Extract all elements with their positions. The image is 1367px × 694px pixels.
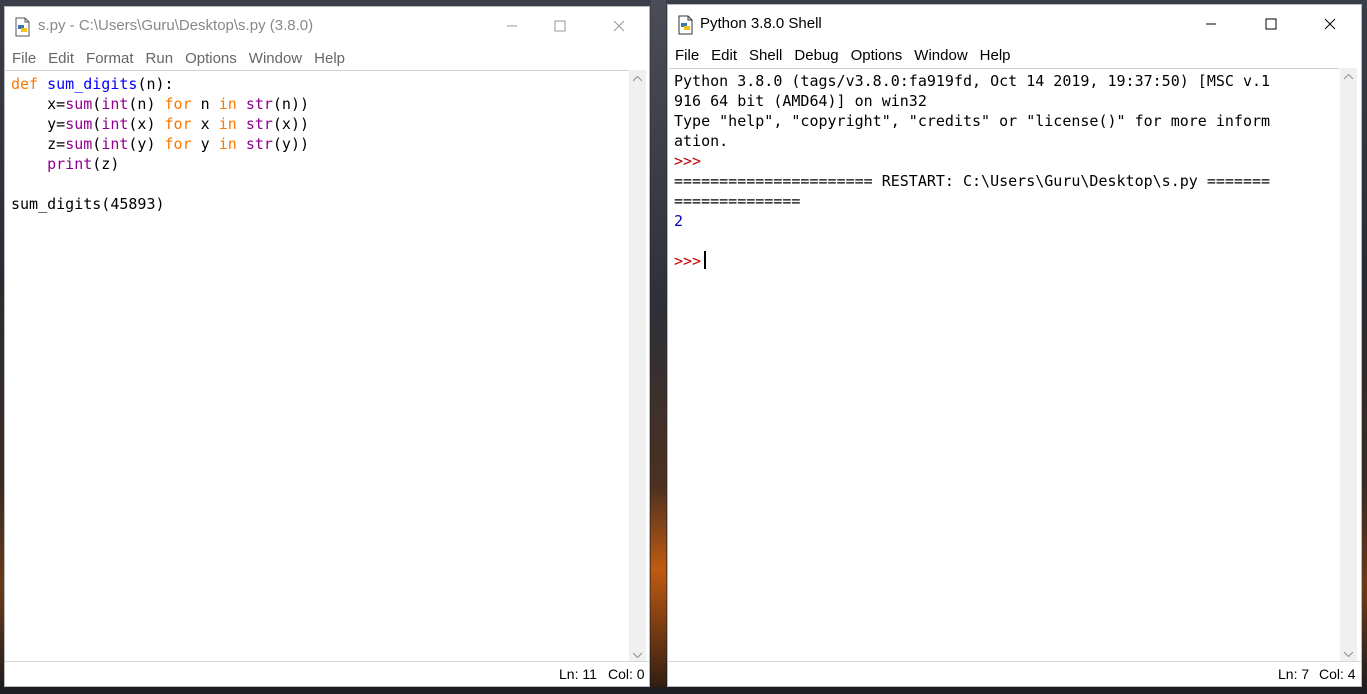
menu-edit[interactable]: Edit [705, 47, 743, 64]
program-output: 2 [674, 212, 684, 230]
code-line: def sum_digits(n): [11, 75, 174, 93]
close-button[interactable] [596, 7, 642, 45]
minimize-button[interactable] [1188, 5, 1234, 43]
python-file-icon [14, 17, 32, 37]
restart-line: ============== [674, 192, 801, 210]
scroll-up-icon[interactable] [1340, 68, 1357, 85]
banner-line: Python 3.8.0 (tags/v3.8.0:fa919fd, Oct 1… [674, 72, 1271, 90]
menu-options[interactable]: Options [179, 50, 243, 67]
menu-edit[interactable]: Edit [42, 50, 80, 67]
python-file-icon [677, 15, 695, 35]
menu-help[interactable]: Help [974, 47, 1017, 64]
minimize-icon [507, 25, 517, 27]
code-line: x=sum(int(n) for n in str(n)) [11, 95, 310, 113]
shell-console[interactable]: Python 3.8.0 (tags/v3.8.0:fa919fd, Oct 1… [669, 68, 1339, 662]
status-bar: Ln: 11 Col: 0 [5, 661, 649, 686]
taskbar-edge [0, 687, 1367, 694]
close-icon [613, 20, 625, 32]
menu-window[interactable]: Window [908, 47, 973, 64]
close-button[interactable] [1307, 5, 1353, 43]
banner-line: Type "help", "copyright", "credits" or "… [674, 112, 1271, 130]
menu-run[interactable]: Run [140, 50, 180, 67]
desktop-background [651, 0, 666, 694]
code-editor[interactable]: def sum_digits(n): x=sum(int(n) for n in… [6, 70, 629, 663]
minimize-button[interactable] [489, 7, 535, 45]
maximize-icon [1265, 18, 1277, 30]
editor-window: s.py - C:\Users\Guru\Desktop\s.py (3.8.0… [4, 6, 650, 687]
window-title: Python 3.8.0 Shell [700, 15, 822, 32]
menu-format[interactable]: Format [80, 50, 140, 67]
menu-file[interactable]: File [5, 50, 42, 67]
minimize-icon [1206, 23, 1216, 25]
status-line: Ln: 7 [1278, 666, 1310, 682]
code-line: z=sum(int(y) for y in str(y)) [11, 135, 310, 153]
code-line: y=sum(int(x) for x in str(x)) [11, 115, 310, 133]
banner-line: ation. [674, 132, 729, 150]
vertical-scrollbar[interactable] [1340, 68, 1357, 662]
code-line: sum_digits(45893) [11, 195, 165, 213]
vertical-scrollbar[interactable] [629, 70, 646, 663]
input-line[interactable]: >>> [674, 251, 1339, 271]
restart-line: ====================== RESTART: C:\Users… [674, 172, 1271, 190]
window-title: s.py - C:\Users\Guru\Desktop\s.py (3.8.0… [38, 17, 314, 34]
maximize-button[interactable] [1248, 5, 1294, 43]
scroll-down-icon[interactable] [1340, 645, 1357, 662]
close-icon [1324, 18, 1336, 30]
shell-menubar: File Edit Shell Debug Options Window Hel… [668, 43, 1361, 67]
menu-window[interactable]: Window [243, 50, 308, 67]
status-bar: Ln: 7 Col: 4 [668, 661, 1361, 686]
editor-titlebar[interactable]: s.py - C:\Users\Guru\Desktop\s.py (3.8.0… [5, 7, 649, 47]
menu-shell[interactable]: Shell [743, 47, 788, 64]
status-column: Col: 0 [608, 666, 645, 682]
menu-help[interactable]: Help [308, 50, 351, 67]
menu-file[interactable]: File [668, 47, 705, 64]
menu-debug[interactable]: Debug [788, 47, 844, 64]
text-cursor [704, 251, 707, 269]
menu-options[interactable]: Options [845, 47, 909, 64]
shell-titlebar[interactable]: Python 3.8.0 Shell [668, 5, 1361, 45]
shell-prompt: >>> [674, 152, 702, 170]
editor-menubar: File Edit Format Run Options Window Help [5, 46, 649, 70]
maximize-button[interactable] [537, 7, 583, 45]
banner-line: 916 64 bit (AMD64)] on win32 [674, 92, 927, 110]
status-line: Ln: 11 [559, 666, 597, 682]
status-column: Col: 4 [1319, 666, 1356, 682]
scroll-up-icon[interactable] [629, 70, 646, 87]
shell-window: Python 3.8.0 Shell File Edit Shell Debug… [667, 4, 1362, 687]
maximize-icon [554, 20, 566, 32]
shell-prompt: >>> [674, 252, 702, 270]
code-line: print(z) [47, 155, 120, 173]
